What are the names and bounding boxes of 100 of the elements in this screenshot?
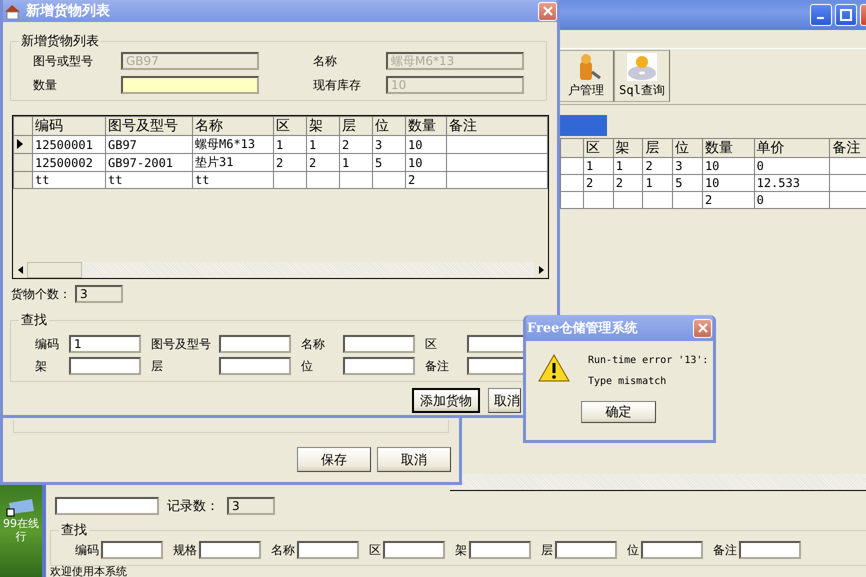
table-cell: 1 xyxy=(584,158,614,174)
input-field[interactable] xyxy=(343,357,415,375)
table-cell: 10 xyxy=(406,154,446,172)
column-header[interactable]: 层 xyxy=(642,138,673,158)
column-header[interactable]: 架 xyxy=(306,116,340,136)
column-header[interactable]: 数量 xyxy=(406,116,446,136)
table-cell: 垫片31 xyxy=(192,154,274,172)
column-header[interactable]: 备注 xyxy=(830,138,866,158)
input-field[interactable] xyxy=(641,541,703,559)
message-text: Run-time error '13': xyxy=(588,355,708,366)
group-title: 查找 xyxy=(60,522,88,539)
close-button[interactable] xyxy=(538,2,557,20)
column-header[interactable]: 层 xyxy=(340,116,372,136)
field-label: 图号及型号 xyxy=(151,336,212,352)
table-cell: 1 xyxy=(642,174,673,192)
column-header[interactable]: 区 xyxy=(274,116,306,136)
column-header[interactable]: 区 xyxy=(584,138,614,158)
table-cell: 2 xyxy=(702,192,754,208)
field-label: 区 xyxy=(425,336,438,352)
table-cell: 1 xyxy=(613,158,643,174)
table-cell: 3 xyxy=(372,136,406,154)
table-cell: 螺母M6*13 xyxy=(192,136,274,154)
left-arrow-icon[interactable] xyxy=(18,266,22,274)
table-cell: 2 xyxy=(584,174,614,192)
column-header[interactable]: 位 xyxy=(372,116,406,136)
field-label: 架 xyxy=(455,542,467,558)
input-field[interactable] xyxy=(55,497,159,515)
dialog-button[interactable]: 添加货物 xyxy=(412,388,480,413)
selection-strip xyxy=(560,115,607,136)
table-cell: 12.533 xyxy=(754,174,830,192)
close-button[interactable] xyxy=(693,318,712,338)
message-text: Type mismatch xyxy=(588,376,668,387)
column-header[interactable]: 数量 xyxy=(702,138,754,158)
group-title: 新增货物列表 xyxy=(20,33,100,50)
close-icon[interactable] xyxy=(542,6,552,16)
input-field[interactable] xyxy=(199,541,261,559)
count-label: 货物个数： xyxy=(11,286,71,302)
input-field[interactable] xyxy=(343,335,415,353)
field-label: 名称 xyxy=(301,336,326,352)
column-header[interactable]: 备注 xyxy=(446,116,548,136)
table-cell: 3 xyxy=(672,158,702,174)
table-cell: tt xyxy=(106,172,192,188)
dialog-button[interactable]: 取消 xyxy=(488,388,521,413)
field-label: 位 xyxy=(301,358,314,374)
table-cell: 12500002 xyxy=(32,154,106,172)
warning-icon xyxy=(538,353,570,383)
maximize-button[interactable] xyxy=(835,4,857,26)
maximize-icon[interactable] xyxy=(840,9,852,21)
input-field[interactable] xyxy=(69,357,141,375)
column-header[interactable]: 架 xyxy=(613,138,643,158)
field-label: 架 xyxy=(35,358,48,374)
field-label: 备注 xyxy=(425,358,450,374)
table-cell: 2 xyxy=(274,154,306,172)
horizontal-scrollbar[interactable] xyxy=(13,262,548,278)
record-count-field: 3 xyxy=(227,497,275,515)
input-field[interactable] xyxy=(219,357,291,375)
input-field[interactable] xyxy=(121,76,259,94)
input-field[interactable] xyxy=(469,541,531,559)
column-header[interactable]: 编码 xyxy=(32,116,106,136)
count-field: 3 xyxy=(75,285,123,303)
toolbar-button[interactable]: Sql查询 xyxy=(614,50,670,102)
right-arrow-icon[interactable] xyxy=(538,266,544,274)
column-header[interactable]: 图号及型号 xyxy=(106,116,192,136)
table-cell: 10 xyxy=(702,158,754,174)
table-cell: 10 xyxy=(702,174,754,192)
input-field[interactable]: 1 xyxy=(69,335,141,353)
field-label: 编码 xyxy=(35,336,60,352)
field-label: 区 xyxy=(369,542,381,558)
field-label: 数量 xyxy=(33,76,58,94)
window-title: Free仓储管理系统 xyxy=(527,320,638,337)
field-label: 层 xyxy=(541,542,553,558)
input-field[interactable] xyxy=(383,541,445,559)
shortcut-icon[interactable] xyxy=(6,497,36,517)
field-label: 名称 xyxy=(271,542,295,558)
input-field[interactable] xyxy=(101,541,163,559)
dialog-button[interactable]: 取消 xyxy=(377,447,451,472)
group-title: 查找 xyxy=(20,312,48,329)
close-icon[interactable] xyxy=(698,323,708,333)
scrollbar-thumb[interactable] xyxy=(27,262,82,278)
ok-button[interactable]: 确定 xyxy=(581,401,656,423)
table-cell: 1 xyxy=(274,136,306,154)
column-header[interactable]: 名称 xyxy=(192,116,274,136)
column-header[interactable]: 单价 xyxy=(754,138,830,158)
horizontal-scrollbar[interactable] xyxy=(450,474,866,491)
table-cell: 5 xyxy=(372,154,406,172)
input-field[interactable] xyxy=(555,541,617,559)
input-field[interactable] xyxy=(739,541,801,559)
table-cell: 2 xyxy=(306,154,340,172)
table-cell: 2 xyxy=(613,174,643,192)
column-header[interactable]: 位 xyxy=(672,138,702,158)
minimize-button[interactable] xyxy=(810,4,832,26)
input-field[interactable] xyxy=(219,335,291,353)
table-cell: 1 xyxy=(306,136,340,154)
input-field[interactable] xyxy=(297,541,359,559)
toolbar-button[interactable]: 户管理 xyxy=(558,50,614,102)
field-label: 位 xyxy=(627,542,639,558)
table-cell: tt xyxy=(32,172,106,188)
dialog-button[interactable]: 保存 xyxy=(297,447,371,472)
table-cell: 10 xyxy=(406,136,446,154)
shortcut-label: 99在线 行 xyxy=(3,517,39,543)
